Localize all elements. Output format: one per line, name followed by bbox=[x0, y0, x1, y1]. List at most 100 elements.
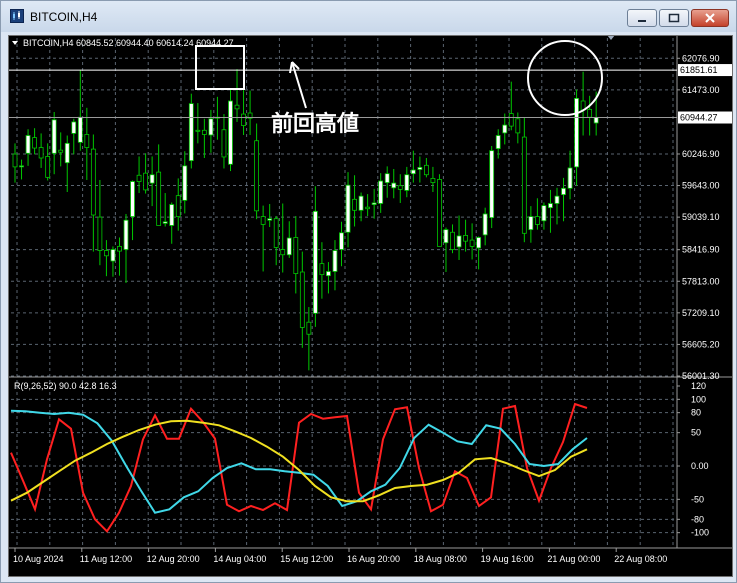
indicator-label: R(9,26,52) 90.0 42.8 16.3 bbox=[14, 381, 117, 391]
price-axis-label: 56605.20 bbox=[682, 339, 720, 349]
candle-body bbox=[241, 113, 246, 126]
time-axis-label: 19 Aug 16:00 bbox=[481, 554, 534, 564]
candle-body bbox=[32, 137, 37, 149]
candle-body bbox=[299, 271, 305, 328]
close-button[interactable] bbox=[691, 9, 729, 27]
candle-body bbox=[437, 179, 442, 247]
candle-body bbox=[182, 165, 188, 201]
candle-body bbox=[175, 195, 181, 217]
indicator-axis-label: 120 bbox=[691, 381, 706, 391]
candle-body bbox=[71, 121, 77, 134]
candle-body bbox=[469, 239, 475, 247]
candle-body bbox=[286, 237, 292, 256]
candle-body bbox=[201, 129, 207, 135]
candle-body bbox=[587, 108, 593, 118]
indicator-axis-label: 100 bbox=[691, 394, 706, 404]
candle-body bbox=[260, 216, 266, 225]
candle-body bbox=[156, 171, 162, 226]
candle-body bbox=[267, 218, 273, 221]
minimize-button[interactable] bbox=[627, 9, 657, 27]
candle-body bbox=[208, 118, 214, 136]
candle-body bbox=[548, 203, 553, 209]
candle-body bbox=[515, 118, 521, 134]
candle-body bbox=[58, 149, 64, 153]
minimize-icon bbox=[638, 20, 646, 22]
candle-body bbox=[25, 135, 31, 154]
candle-body bbox=[417, 167, 423, 170]
chart-area[interactable]: BITCOIN,H4 60845.52 60944.40 60614.24 60… bbox=[8, 35, 733, 577]
maximize-icon bbox=[668, 13, 680, 23]
candle-body bbox=[221, 129, 227, 158]
time-axis-label: 12 Aug 20:00 bbox=[147, 554, 200, 564]
candle-body bbox=[228, 100, 233, 165]
candle-body bbox=[319, 263, 325, 276]
candle-body bbox=[280, 249, 286, 256]
candle-body bbox=[345, 184, 351, 233]
candle-body bbox=[143, 172, 149, 191]
indicator-axis-label: 50 bbox=[691, 428, 701, 438]
title-bar[interactable]: BITCOIN,H4 bbox=[1, 1, 736, 32]
candle-body bbox=[339, 232, 344, 250]
candle-body bbox=[136, 174, 142, 182]
candle-body bbox=[90, 148, 96, 216]
candle-body bbox=[188, 103, 194, 162]
maximize-button[interactable] bbox=[659, 9, 689, 27]
price-axis-label: 57209.10 bbox=[682, 308, 720, 318]
chart-canvas[interactable]: BITCOIN,H4 60845.52 60944.40 60614.24 60… bbox=[9, 36, 732, 576]
candle-body bbox=[234, 104, 240, 110]
candle-body bbox=[535, 216, 540, 225]
indicator-axis-label: 80 bbox=[691, 408, 701, 418]
price-axis-label: 60246.90 bbox=[682, 149, 720, 159]
candle-body bbox=[332, 250, 338, 272]
time-axis-label: 15 Aug 12:00 bbox=[280, 554, 333, 564]
candle-body bbox=[19, 165, 24, 168]
candle-body bbox=[476, 237, 482, 249]
high-price-tag: 61851.61 bbox=[680, 65, 718, 75]
candle-body bbox=[104, 250, 109, 257]
candle-body bbox=[293, 237, 299, 274]
oscillator-lines bbox=[10, 402, 588, 533]
time-axis-label: 10 Aug 2024 bbox=[13, 554, 64, 564]
candle-body bbox=[508, 113, 514, 127]
highlight-circle bbox=[527, 40, 603, 116]
candle-body bbox=[561, 187, 566, 196]
candle-body bbox=[306, 321, 312, 335]
candle-body bbox=[391, 182, 397, 189]
grid bbox=[9, 36, 732, 552]
candle-body bbox=[410, 169, 416, 175]
candle-body bbox=[423, 164, 429, 176]
current-price-tag: 60944.27 bbox=[680, 113, 718, 123]
candle-body bbox=[38, 147, 44, 159]
candle-body bbox=[123, 219, 129, 250]
price-axis-label: 59039.10 bbox=[682, 212, 720, 222]
price-axis-label: 58416.90 bbox=[682, 245, 720, 255]
candle-body bbox=[273, 218, 279, 248]
arrow-icon bbox=[289, 61, 307, 109]
candle-body bbox=[84, 134, 90, 148]
candle-body bbox=[463, 234, 468, 242]
candle-body bbox=[541, 205, 547, 222]
candle-body bbox=[593, 117, 599, 124]
candle-body bbox=[149, 174, 155, 184]
close-icon bbox=[705, 13, 715, 23]
candle-body bbox=[110, 249, 116, 262]
candle-body bbox=[117, 245, 122, 252]
price-axis-label: 56001.30 bbox=[682, 371, 720, 381]
candle-body bbox=[51, 119, 57, 154]
candle-body bbox=[312, 210, 318, 314]
candle-body bbox=[430, 177, 436, 183]
price-axis-label: 59643.00 bbox=[682, 181, 720, 191]
candle-body bbox=[397, 185, 403, 190]
time-axis-label: 11 Aug 12:00 bbox=[80, 554, 132, 564]
time-axis-label: 18 Aug 08:00 bbox=[414, 554, 467, 564]
candle-body bbox=[489, 150, 495, 219]
candle-body bbox=[352, 198, 357, 211]
candle-body bbox=[45, 156, 51, 178]
candle-body bbox=[404, 174, 410, 191]
time-axis-label: 14 Aug 04:00 bbox=[213, 554, 266, 564]
candle-body bbox=[450, 231, 455, 250]
time-axis-label: 16 Aug 20:00 bbox=[347, 554, 400, 564]
candle-body bbox=[443, 229, 449, 244]
candle-body bbox=[456, 235, 462, 248]
window-title: BITCOIN,H4 bbox=[30, 10, 98, 24]
